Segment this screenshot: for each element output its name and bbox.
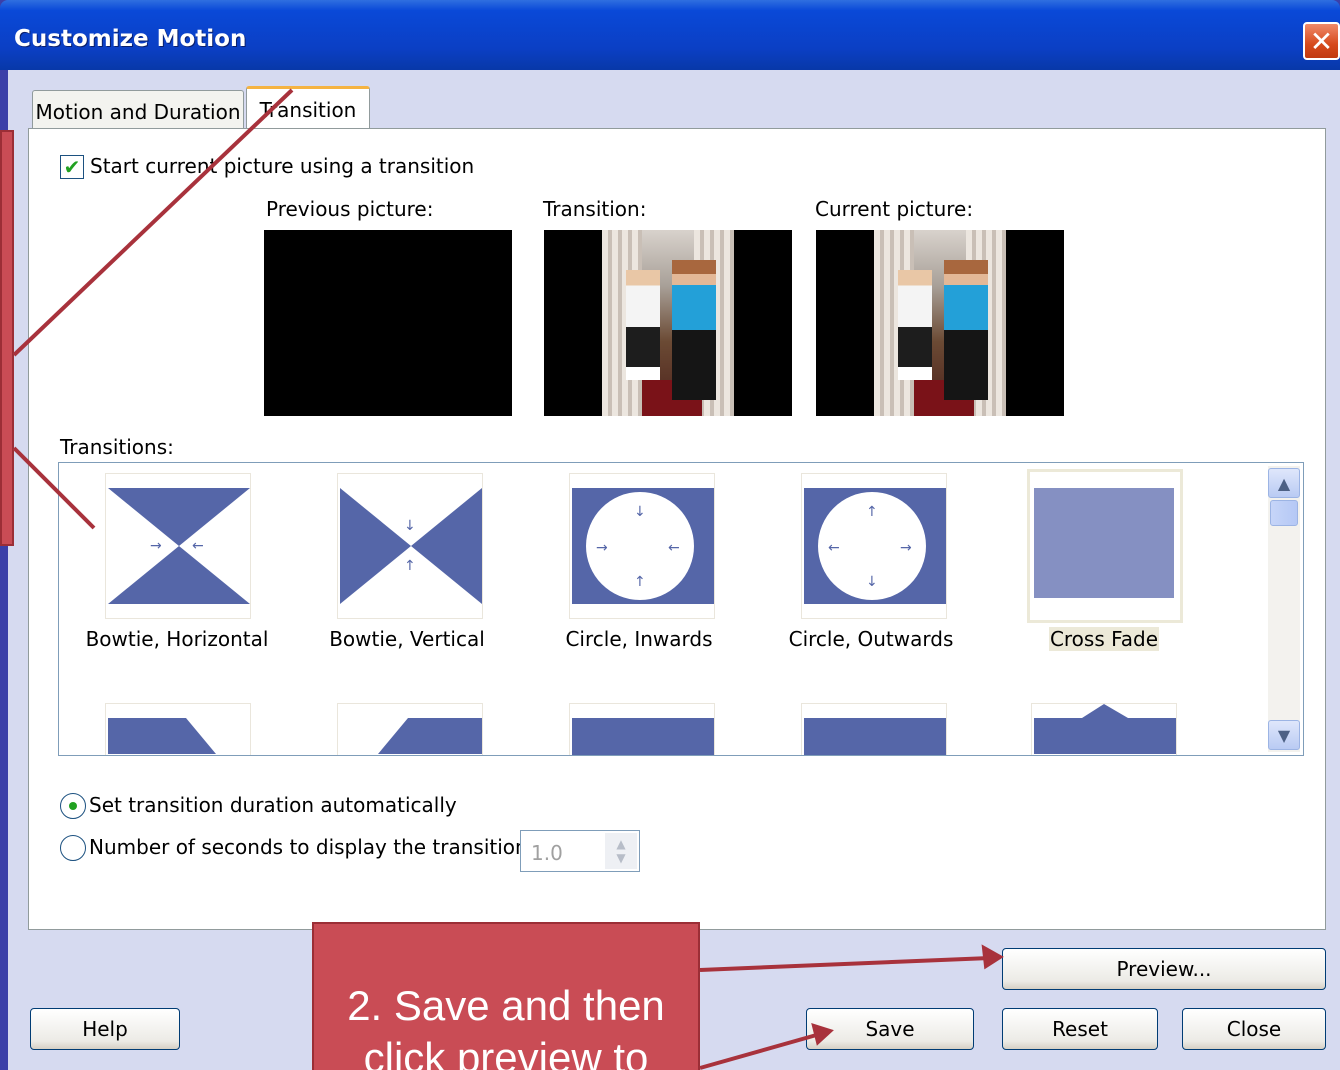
- seconds-value: 1.0: [531, 841, 563, 865]
- svg-text:←: ←: [828, 540, 840, 556]
- transition-thumb-icon: [572, 718, 714, 755]
- close-window-button[interactable]: ✕: [1303, 22, 1340, 60]
- transition-thumb-icon: [378, 718, 482, 754]
- transitions-label: Transitions:: [60, 435, 174, 459]
- window-title: Customize Motion: [14, 26, 247, 52]
- svg-text:→: →: [596, 540, 608, 556]
- button-label: Reset: [1052, 1017, 1108, 1041]
- circle-outwards-icon: ↑ ↓ ← →: [804, 488, 946, 604]
- scroll-up-icon[interactable]: ▲: [1268, 468, 1300, 498]
- svg-text:→: →: [900, 540, 912, 556]
- transition-label: Bowtie, Horizontal: [85, 627, 269, 651]
- transition-item[interactable]: [105, 703, 251, 755]
- title-bar: Customize Motion: [0, 0, 1340, 70]
- transition-thumb-icon: [804, 718, 946, 755]
- transition-label-selected: Cross Fade: [1049, 627, 1159, 651]
- auto-duration-label: Set transition duration automatically: [89, 793, 457, 817]
- auto-duration-radio[interactable]: [60, 793, 86, 819]
- scroll-down-icon[interactable]: ▼: [1268, 720, 1300, 750]
- transition-item-bowtie-horizontal[interactable]: → ←: [105, 473, 251, 619]
- tab-motion-and-duration[interactable]: Motion and Duration: [32, 90, 244, 132]
- seconds-stepper[interactable]: 1.0 ▲ ▼: [520, 830, 640, 872]
- transition-thumb-icon: [1034, 704, 1176, 754]
- transitions-scrollbar[interactable]: ▲ ▼: [1268, 466, 1300, 752]
- close-button[interactable]: Close: [1182, 1008, 1326, 1050]
- bowtie-vertical-icon: ↓ ↑: [340, 488, 482, 604]
- previous-picture-label: Previous picture:: [266, 197, 434, 221]
- transition-item-circle-outwards[interactable]: ↑ ↓ ← →: [801, 473, 947, 619]
- current-picture-preview: [816, 230, 1064, 416]
- stepper-arrows-icon[interactable]: ▲ ▼: [605, 833, 637, 869]
- preview-button[interactable]: Preview...: [1002, 948, 1326, 990]
- previous-picture-preview: [264, 230, 512, 416]
- tab-transition[interactable]: Transition: [246, 86, 370, 130]
- transition-item-bowtie-vertical[interactable]: ↓ ↑: [337, 473, 483, 619]
- svg-text:↑: ↑: [866, 504, 878, 520]
- seconds-duration-radio[interactable]: [60, 835, 86, 861]
- photo-image: [874, 230, 1006, 416]
- svg-text:↑: ↑: [634, 574, 646, 590]
- svg-text:↓: ↓: [404, 518, 416, 534]
- callout-line-1: 2. Save and then: [347, 982, 665, 1029]
- transition-item[interactable]: [337, 703, 483, 755]
- transition-preview-label: Transition:: [543, 197, 647, 221]
- transition-item-circle-inwards[interactable]: ↓ ↑ → ←: [569, 473, 715, 619]
- reset-button[interactable]: Reset: [1002, 1008, 1158, 1050]
- button-label: Help: [82, 1017, 128, 1041]
- transition-label: Circle, Outwards: [788, 627, 954, 651]
- cross-fade-icon: [1034, 488, 1174, 598]
- transition-label: Circle, Inwards: [565, 627, 713, 651]
- button-label: Save: [865, 1017, 915, 1041]
- svg-text:↑: ↑: [404, 558, 416, 574]
- transition-item[interactable]: [801, 703, 947, 755]
- start-transition-label: Start current picture using a transition: [90, 154, 475, 178]
- transition-thumb-icon: [108, 718, 216, 754]
- tab-label: Motion and Duration: [35, 99, 241, 124]
- svg-text:→: →: [150, 538, 162, 554]
- bowtie-horizontal-icon: → ←: [108, 488, 250, 604]
- transitions-list[interactable]: → ← Bowtie, Horizontal ↓ ↑ Bowtie, Verti…: [58, 462, 1304, 756]
- callout-line-2: click preview to: [363, 1034, 649, 1070]
- transition-item-cross-fade[interactable]: [1027, 469, 1183, 623]
- svg-text:↓: ↓: [634, 504, 646, 520]
- annotation-callout: 2. Save and then click preview to: [312, 922, 700, 1070]
- photo-image: [602, 230, 734, 416]
- button-label: Preview...: [1116, 957, 1212, 981]
- start-transition-checkbox[interactable]: ✔: [60, 155, 84, 179]
- transition-label: Bowtie, Vertical: [329, 627, 485, 651]
- svg-text:←: ←: [192, 538, 204, 554]
- annotation-callout-left: [0, 130, 14, 546]
- transition-item[interactable]: [569, 703, 715, 755]
- transition-preview: [544, 230, 792, 416]
- tab-label: Transition: [259, 97, 357, 122]
- save-button[interactable]: Save: [806, 1008, 974, 1050]
- scroll-thumb[interactable]: [1270, 500, 1298, 526]
- button-label: Close: [1226, 1017, 1282, 1041]
- help-button[interactable]: Help: [30, 1008, 180, 1050]
- transition-item[interactable]: [1031, 703, 1177, 755]
- svg-text:←: ←: [668, 540, 680, 556]
- current-picture-label: Current picture:: [815, 197, 974, 221]
- svg-text:↓: ↓: [866, 574, 878, 590]
- circle-inwards-icon: ↓ ↑ → ←: [572, 488, 714, 604]
- seconds-duration-label: Number of seconds to display the transit…: [89, 835, 528, 859]
